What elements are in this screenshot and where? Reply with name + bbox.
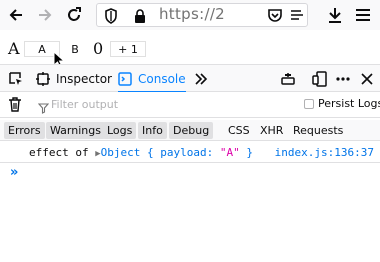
- element-picker-button[interactable]: [8, 65, 24, 92]
- filter-icon: [37, 99, 50, 118]
- url-bar[interactable]: https://2: [96, 3, 308, 27]
- clear-console-button[interactable]: [8, 97, 22, 116]
- filter-warnings-button[interactable]: Warnings: [46, 122, 105, 139]
- filter-css-button[interactable]: CSS: [224, 122, 254, 139]
- filter-xhr-button[interactable]: XHR: [256, 122, 287, 139]
- element-picker-icon: [9, 71, 22, 85]
- plus-one-button[interactable]: + 1: [110, 41, 146, 57]
- download-icon[interactable]: [325, 5, 345, 25]
- filter-requests-button[interactable]: Requests: [289, 122, 347, 139]
- console-icon: [118, 71, 132, 86]
- close-devtools-button[interactable]: [361, 65, 373, 92]
- console-message: effect of ▶Object { payload: "A" } index…: [0, 143, 380, 163]
- responsive-design-button[interactable]: [312, 65, 328, 92]
- lock-icon[interactable]: [130, 6, 150, 26]
- tab-inspector-label: Inspector: [56, 71, 112, 86]
- tab-console[interactable]: Console: [118, 65, 186, 93]
- tracking-shield-icon[interactable]: [101, 6, 121, 26]
- log-prefix: effect of: [29, 146, 89, 159]
- dock-icon: [281, 72, 295, 85]
- close-icon: [361, 72, 373, 85]
- devtools-tab-bar: Inspector Console: [0, 64, 380, 93]
- log-object-open[interactable]: Object { payload:: [101, 146, 220, 159]
- app-a-text: A: [8, 39, 20, 58]
- filter-debug-button[interactable]: Debug: [169, 122, 214, 139]
- log-string-value: "A": [219, 146, 240, 159]
- persist-logs-label: Persist Logs: [318, 97, 380, 110]
- inspector-icon: [36, 71, 50, 86]
- hamburger-menu-icon[interactable]: [353, 5, 373, 25]
- tab-inspector[interactable]: Inspector: [36, 65, 112, 92]
- console-filter-bar: Filter output Persist Logs: [0, 92, 380, 118]
- responsive-design-icon: [312, 70, 327, 87]
- filter-output-input[interactable]: Filter output: [51, 98, 118, 111]
- log-object-close: }: [239, 146, 253, 159]
- console-message-text: effect of ▶Object { payload: "A" }: [29, 143, 253, 164]
- console-category-filters: Errors Warnings Logs Info Debug CSS XHR …: [0, 120, 380, 141]
- reader-view-icon[interactable]: [287, 5, 307, 25]
- pocket-icon[interactable]: [265, 5, 285, 25]
- more-tabs-button[interactable]: [194, 65, 208, 92]
- filter-info-button[interactable]: Info: [138, 122, 167, 139]
- devtools-menu-button[interactable]: [335, 65, 351, 92]
- app-count: 0: [93, 39, 104, 58]
- browser-toolbar: https://2: [0, 0, 380, 30]
- ellipsis-icon: [336, 76, 350, 81]
- forward-arrow-icon[interactable]: [35, 5, 55, 25]
- trash-icon: [9, 97, 21, 112]
- tab-console-label: Console: [138, 71, 186, 86]
- filter-errors-button[interactable]: Errors: [4, 122, 45, 139]
- console-input-prompt[interactable]: »: [10, 165, 18, 180]
- persist-logs-checkbox[interactable]: [304, 99, 314, 109]
- toggle-split-console-button[interactable]: [280, 65, 296, 92]
- filter-logs-button[interactable]: Logs: [103, 122, 137, 139]
- back-arrow-icon[interactable]: [6, 5, 26, 25]
- reload-icon[interactable]: [64, 5, 84, 25]
- double-chevron-right-icon: [195, 72, 208, 85]
- log-source-link[interactable]: index.js:136:37: [275, 143, 374, 163]
